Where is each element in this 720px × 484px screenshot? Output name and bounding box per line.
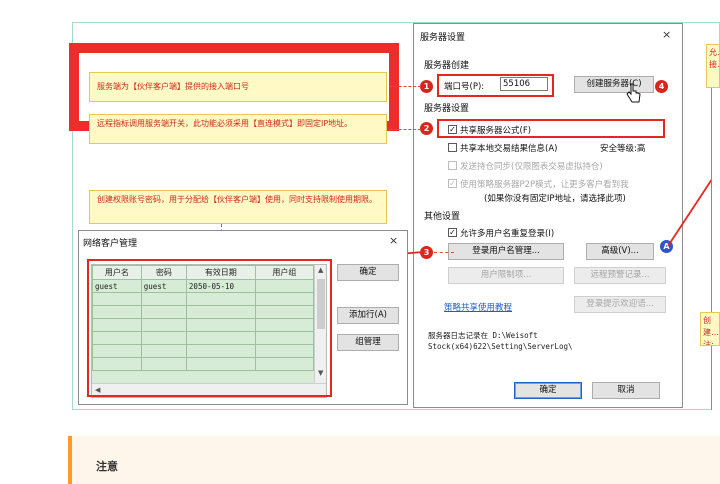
notice-box: 注意	[68, 436, 720, 484]
user-limit-button[interactable]: 用户限制项...	[448, 267, 564, 284]
client-grid-highlight-box	[87, 259, 332, 397]
badge-4: 4	[655, 80, 668, 93]
connector-port	[389, 86, 421, 87]
share-local-label: 共享本地交易结果信息(A)	[460, 144, 558, 154]
p2p-mode-checkbox[interactable]: ✓	[448, 179, 457, 188]
advanced-button[interactable]: 高级(V)...	[586, 243, 654, 260]
server-log-path: 服务器日志记录在 D:\Weisoft Stock(x64)622\Settin…	[428, 331, 573, 351]
callout-right-bottom: 创建…注:录…	[700, 312, 720, 346]
dialog-title: 服务器设置	[420, 33, 466, 43]
callout-port: 服务端为【伙伴客户端】提供的接入端口号	[89, 72, 387, 102]
allow-multi-checkbox[interactable]: ✓	[448, 228, 457, 237]
callout-right-top: 允…接…	[706, 44, 720, 88]
login-user-manage-button[interactable]: 登录用户名管理...	[448, 243, 564, 260]
share-local-checkbox[interactable]	[448, 143, 457, 152]
callout-right-top-text: 允…接…	[709, 48, 719, 69]
callout-account: 创建权限账号密码，用于分配给【伙伴客户端】使用，同时支持限制使用期限。	[89, 190, 387, 224]
client-dialog-title: 网络客户管理	[83, 239, 138, 249]
cursor-hand-icon	[626, 83, 641, 103]
notice-title: 注意	[96, 460, 118, 473]
send-position-label: 发送持仓同步(仅限图表交易虚拟持仓)	[460, 162, 603, 172]
connector-public	[389, 129, 421, 130]
p2p-mode-label: 使用策略服务器P2P模式，让更多客户看到我	[460, 180, 629, 190]
group-manage-button[interactable]: 组管理	[337, 334, 399, 351]
public-formula-highlight-box	[437, 119, 665, 138]
section-server-create: 服务器创建	[424, 61, 470, 71]
allow-multi-label: 允许多用户名重复登录(I)	[460, 229, 555, 239]
section-other-settings: 其他设置	[424, 212, 461, 222]
badge-1: 1	[420, 80, 433, 93]
callout-public-text: 远程指标调用服务端开关，此功能必须采用【直连模式】即固定IP地址。	[97, 119, 353, 128]
ok-button[interactable]: 确定	[514, 382, 582, 399]
badge-2: 2	[420, 122, 433, 135]
p2p-note: (如果你没有固定IP地址，请选择此项)	[484, 194, 626, 204]
tutorial-link[interactable]: 策略共享使用教程	[444, 301, 512, 313]
close-icon[interactable]: ×	[662, 28, 671, 41]
create-server-button[interactable]: 创建服务器(C)	[574, 76, 654, 93]
send-position-checkbox[interactable]	[448, 161, 457, 170]
remote-alert-button[interactable]: 远程预警记录...	[574, 267, 666, 284]
client-ok-button[interactable]: 确定	[337, 264, 399, 281]
security-level-label: 安全等级:高	[600, 144, 646, 154]
client-close-icon[interactable]: ×	[389, 234, 398, 247]
welcome-message-button[interactable]: 登录提示欢迎语...	[574, 296, 666, 313]
port-highlight-box	[437, 74, 554, 97]
add-row-button[interactable]: 添加行(A)	[337, 307, 399, 324]
section-server-settings: 服务器设置	[424, 104, 470, 114]
cancel-button[interactable]: 取消	[592, 382, 660, 399]
callout-right-bottom-text: 创建…注:录…	[703, 316, 719, 346]
right-partial-panel	[711, 44, 720, 410]
connector-login-user	[434, 252, 454, 253]
callout-public: 远程指标调用服务端开关，此功能必须采用【直连模式】即固定IP地址。	[89, 114, 387, 144]
